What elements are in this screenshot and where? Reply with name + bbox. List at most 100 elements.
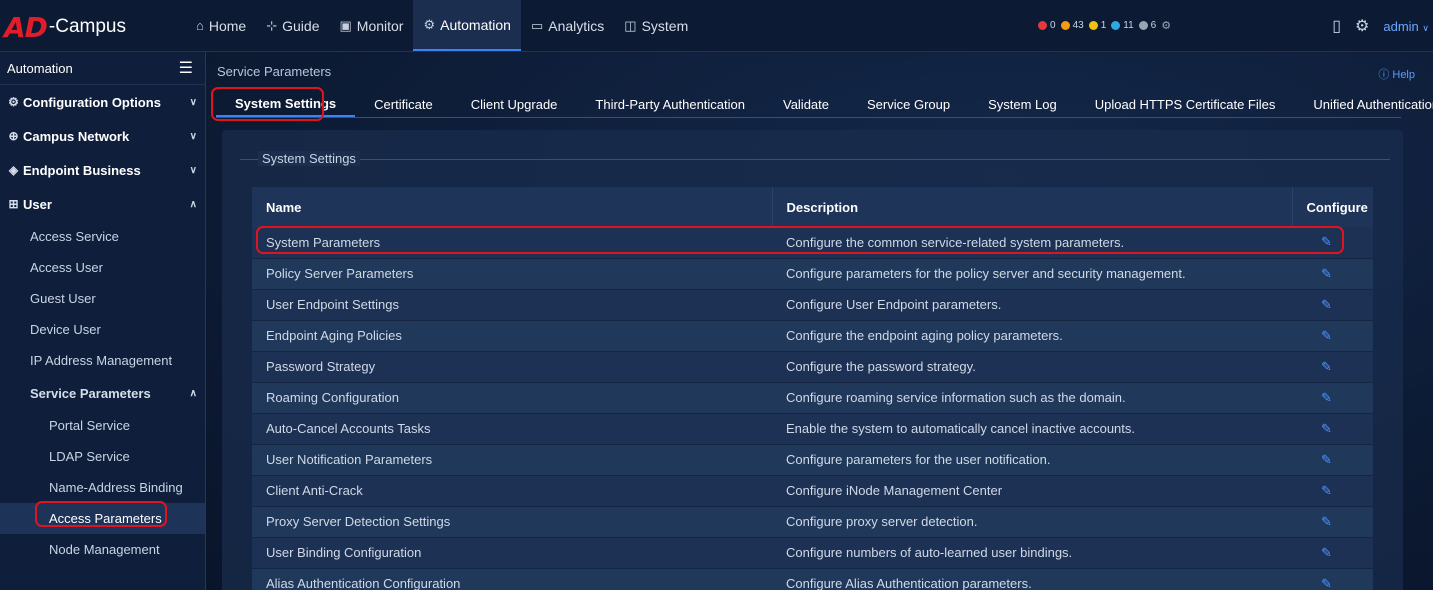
sidebar-item-ip-address-management[interactable]: IP Address Management bbox=[0, 345, 205, 376]
nav-home[interactable]: ⌂ Home bbox=[186, 0, 256, 51]
collapse-menu-icon[interactable]: ☰ bbox=[179, 58, 193, 78]
tab-upload-https-certificate-files[interactable]: Upload HTTPS Certificate Files bbox=[1076, 91, 1295, 117]
tab-client-upgrade[interactable]: Client Upgrade bbox=[452, 91, 577, 117]
sidebar-item-ldap-service[interactable]: LDAP Service bbox=[0, 441, 205, 472]
tab-system-settings[interactable]: System Settings bbox=[216, 91, 356, 117]
alarm-summary[interactable]: 0 43 1 11 6 ⚙ bbox=[1038, 19, 1176, 32]
row-name: User Endpoint Settings bbox=[252, 289, 772, 321]
logo-text: -Campus bbox=[48, 16, 126, 37]
edit-icon[interactable]: ✎ bbox=[1306, 234, 1332, 249]
column-header-name: Name bbox=[252, 187, 772, 227]
table-row: Proxy Server Detection Settings Configure… bbox=[252, 506, 1373, 538]
sidebar-item-access-user[interactable]: Access User bbox=[0, 252, 205, 283]
table-row: Roaming Configuration Configure roaming s… bbox=[252, 382, 1373, 414]
sidebar-group-label: User bbox=[23, 196, 52, 212]
help-label: Help bbox=[1392, 69, 1415, 81]
tab-validate[interactable]: Validate bbox=[764, 91, 848, 117]
main-nav: ⌂ Home ⊹ Guide ▣ Monitor ⚙ Automation ▭ Analy… bbox=[186, 0, 698, 51]
sidebar-group-campus-network[interactable]: ⊕ Campus Network ∨ bbox=[0, 119, 205, 153]
row-name: Client Anti-Crack bbox=[252, 475, 772, 507]
nav-system[interactable]: ◫ System bbox=[614, 0, 698, 51]
edit-icon[interactable]: ✎ bbox=[1306, 359, 1332, 374]
settings-gear-icon[interactable]: ⚙ bbox=[1355, 16, 1369, 36]
edit-icon[interactable]: ✎ bbox=[1306, 514, 1332, 529]
row-name: Endpoint Aging Policies bbox=[252, 320, 772, 352]
edit-icon[interactable]: ✎ bbox=[1306, 452, 1332, 467]
alarm-count: 6 bbox=[1150, 20, 1157, 31]
table-row: Alias Authentication Configuration Config… bbox=[252, 568, 1373, 590]
help-icon: ⓘ bbox=[1378, 69, 1390, 81]
chevron-down-icon: ∨ bbox=[189, 164, 197, 176]
table-row: Auto-Cancel Accounts Tasks Enable the sys… bbox=[252, 413, 1373, 445]
edit-icon[interactable]: ✎ bbox=[1306, 266, 1332, 281]
column-header-description: Description bbox=[771, 187, 1292, 227]
alarm-warning[interactable]: 11 bbox=[1111, 20, 1134, 31]
sidebar-item-node-management[interactable]: Node Management bbox=[0, 534, 205, 565]
edit-icon[interactable]: ✎ bbox=[1306, 328, 1332, 343]
system-settings-panel: System Settings Name Description Configu… bbox=[222, 130, 1403, 590]
analytics-icon: ▭ bbox=[530, 17, 544, 33]
sidebar-item-name-address-binding[interactable]: Name-Address Binding bbox=[0, 472, 205, 503]
edit-icon[interactable]: ✎ bbox=[1306, 390, 1332, 405]
nav-label: System bbox=[641, 17, 689, 34]
edit-icon[interactable]: ✎ bbox=[1306, 297, 1332, 312]
sidebar-group-configuration-options[interactable]: ⚙ Configuration Options ∨ bbox=[0, 85, 205, 119]
sidebar-item-access-parameters[interactable]: Access Parameters bbox=[0, 503, 205, 534]
tab-system-log[interactable]: System Log bbox=[969, 91, 1076, 117]
breadcrumb: Service Parameters bbox=[217, 64, 332, 79]
row-description: Configure the endpoint aging policy para… bbox=[772, 320, 1292, 352]
edit-icon[interactable]: ✎ bbox=[1306, 483, 1332, 498]
sidebar-item-device-user[interactable]: Device User bbox=[0, 314, 205, 345]
help-link[interactable]: ⓘ Help bbox=[1378, 66, 1415, 82]
table-row: Client Anti-Crack Configure iNode Managem… bbox=[252, 475, 1373, 507]
nav-guide[interactable]: ⊹ Guide bbox=[256, 0, 329, 51]
edit-icon[interactable]: ✎ bbox=[1306, 421, 1332, 436]
edit-icon[interactable]: ✎ bbox=[1306, 545, 1332, 560]
user-icon: ⊞ bbox=[8, 197, 19, 211]
nav-automation[interactable]: ⚙ Automation bbox=[413, 0, 521, 51]
row-description: Configure User Endpoint parameters. bbox=[772, 289, 1292, 321]
alarm-info[interactable]: 6 bbox=[1138, 20, 1157, 31]
tab-certificate[interactable]: Certificate bbox=[355, 91, 452, 117]
sidebar-item-guest-user[interactable]: Guest User bbox=[0, 283, 205, 314]
chevron-down-icon: ∨ bbox=[189, 96, 197, 108]
nav-label: Home bbox=[208, 17, 247, 34]
tab-service-group[interactable]: Service Group bbox=[848, 91, 969, 117]
column-header-configure: Configure bbox=[1291, 187, 1373, 227]
row-description: Configure iNode Management Center bbox=[772, 475, 1292, 507]
nav-analytics[interactable]: ▭ Analytics bbox=[521, 0, 614, 51]
top-right-tools: ▯ ⚙ admin ∨ bbox=[1332, 16, 1429, 36]
row-name: Policy Server Parameters bbox=[252, 258, 772, 290]
sidebar-group-user[interactable]: ⊞ User ∧ bbox=[0, 187, 205, 221]
tab-third-party-authentication[interactable]: Third-Party Authentication bbox=[576, 91, 764, 117]
user-menu[interactable]: admin ∨ bbox=[1383, 19, 1429, 34]
alarm-count: 11 bbox=[1123, 20, 1134, 31]
row-description: Configure Alias Authentication parameter… bbox=[772, 568, 1292, 590]
sidebar: Automation ☰ ⚙ Configuration Options ∨ ⊕ Ca… bbox=[0, 52, 206, 590]
sidebar-item-service-parameters[interactable]: Service Parameters ∧ bbox=[0, 376, 205, 410]
sidebar-group-endpoint-business[interactable]: ◈ Endpoint Business ∨ bbox=[0, 153, 205, 187]
row-name: System Parameters bbox=[252, 227, 772, 259]
alarm-major[interactable]: 43 bbox=[1060, 20, 1084, 31]
alarm-minor[interactable]: 1 bbox=[1088, 20, 1107, 31]
main-content: Service Parameters ⓘ Help System Setting… bbox=[206, 52, 1433, 590]
alarm-count: 1 bbox=[1100, 20, 1107, 31]
edit-icon[interactable]: ✎ bbox=[1306, 576, 1332, 590]
alarm-warning-icon bbox=[1111, 21, 1121, 30]
row-description: Configure parameters for the user notifi… bbox=[772, 444, 1292, 476]
alarm-critical[interactable]: 0 bbox=[1038, 20, 1056, 31]
row-name: User Binding Configuration bbox=[252, 537, 772, 569]
monitor-icon: ▣ bbox=[339, 17, 352, 33]
settings-table: Name Description Configure System Parame… bbox=[252, 187, 1373, 590]
tab-bar: System Settings Certificate Client Upgra… bbox=[216, 91, 1433, 118]
app-window: AD -Campus ⌂ Home ⊹ Guide ▣ Monitor ⚙ Automa… bbox=[0, 0, 1433, 590]
sidebar-title: Automation bbox=[7, 60, 73, 76]
row-description: Configure parameters for the policy serv… bbox=[772, 258, 1292, 290]
tab-unified-authentication[interactable]: Unified Authentication bbox=[1294, 91, 1433, 117]
document-icon[interactable]: ▯ bbox=[1332, 16, 1341, 36]
user-name: admin bbox=[1383, 18, 1419, 34]
alarm-sound-icon[interactable]: ⚙ bbox=[1161, 19, 1171, 32]
sidebar-item-access-service[interactable]: Access Service bbox=[0, 221, 205, 252]
sidebar-item-portal-service[interactable]: Portal Service bbox=[0, 410, 205, 441]
nav-monitor[interactable]: ▣ Monitor bbox=[329, 0, 413, 51]
